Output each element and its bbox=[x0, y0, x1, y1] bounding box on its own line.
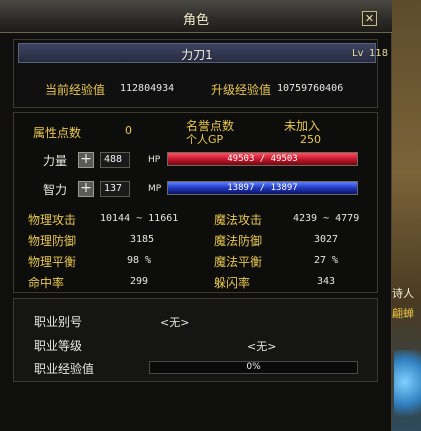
mag-balance-value: 27 % bbox=[314, 255, 339, 266]
mp-bar: 13897 / 13897 bbox=[167, 181, 358, 195]
game-effect-sprite bbox=[394, 350, 421, 430]
hit-rate-label: 命中率 bbox=[28, 276, 65, 290]
strength-value: 488 bbox=[100, 152, 130, 168]
mag-defense-value: 3027 bbox=[314, 234, 339, 245]
attribute-points-value: 0 bbox=[125, 124, 132, 137]
strength-label: 力量 bbox=[43, 154, 68, 168]
upgrade-exp-value: 10759760406 bbox=[277, 83, 344, 94]
add-strength-button[interactable]: + bbox=[78, 152, 94, 168]
character-name: 力刀1 bbox=[181, 48, 213, 62]
mag-balance-label: 魔法平衡 bbox=[214, 255, 263, 269]
character-window: 角色 ✕ 力刀1 Lv 118 当前经验值 112804934 升级经验值 10… bbox=[0, 0, 392, 431]
mag-attack-label: 魔法攻击 bbox=[214, 213, 263, 227]
job-exp-bar: 0% bbox=[149, 361, 358, 374]
dodge-rate-value: 343 bbox=[317, 276, 336, 287]
phys-balance-label: 物理平衡 bbox=[28, 255, 77, 269]
honor-points-value: 未加入 bbox=[284, 119, 321, 133]
intellect-label: 智力 bbox=[43, 183, 68, 197]
job-level-value: <无> bbox=[247, 340, 277, 353]
phys-defense-value: 3185 bbox=[130, 234, 155, 245]
job-exp-text: 0% bbox=[246, 362, 261, 372]
npc-name-label[interactable]: 翩蝉 bbox=[392, 305, 414, 321]
job-level-label: 职业等级 bbox=[34, 339, 83, 353]
window-titlebar[interactable]: 角色 ✕ bbox=[0, 0, 392, 33]
mag-defense-label: 魔法防御 bbox=[214, 234, 263, 248]
level-label: Lv bbox=[352, 48, 364, 59]
character-name-bar: 力刀1 Lv 118 bbox=[18, 43, 388, 63]
mp-bar-text: 13897 / 13897 bbox=[227, 183, 298, 193]
window-title: 角色 bbox=[182, 13, 209, 28]
phys-attack-label: 物理攻击 bbox=[28, 213, 77, 227]
mag-attack-value: 4239 ~ 4779 bbox=[293, 213, 360, 224]
close-icon[interactable]: ✕ bbox=[362, 11, 377, 26]
current-exp-label: 当前经验值 bbox=[45, 83, 106, 97]
attribute-points-label: 属性点数 bbox=[33, 126, 82, 140]
current-exp-value: 112804934 bbox=[120, 83, 175, 94]
hp-bar: 49503 / 49503 bbox=[167, 152, 358, 166]
add-intellect-button[interactable]: + bbox=[78, 181, 94, 197]
mp-label: MP bbox=[148, 184, 162, 194]
job-class-label: 职业别号 bbox=[34, 315, 83, 329]
phys-attack-value: 10144 ~ 11661 bbox=[100, 213, 179, 224]
dodge-rate-label: 躲闪率 bbox=[214, 276, 251, 290]
upgrade-exp-label: 升级经验值 bbox=[211, 83, 272, 97]
npc-name-label[interactable]: 诗人 bbox=[392, 285, 414, 301]
intellect-value: 137 bbox=[100, 181, 130, 197]
phys-defense-label: 物理防御 bbox=[28, 234, 77, 248]
hit-rate-value: 299 bbox=[130, 276, 149, 287]
hp-bar-text: 49503 / 49503 bbox=[227, 154, 298, 164]
level-value: 118 bbox=[369, 48, 389, 59]
phys-balance-value: 98 % bbox=[127, 255, 152, 266]
personal-gp-value: 250 bbox=[300, 133, 321, 146]
personal-gp-label: 个人GP bbox=[186, 133, 224, 146]
job-exp-label: 职业经验值 bbox=[34, 362, 95, 376]
job-class-value: <无> bbox=[160, 316, 190, 329]
hp-label: HP bbox=[148, 155, 161, 165]
